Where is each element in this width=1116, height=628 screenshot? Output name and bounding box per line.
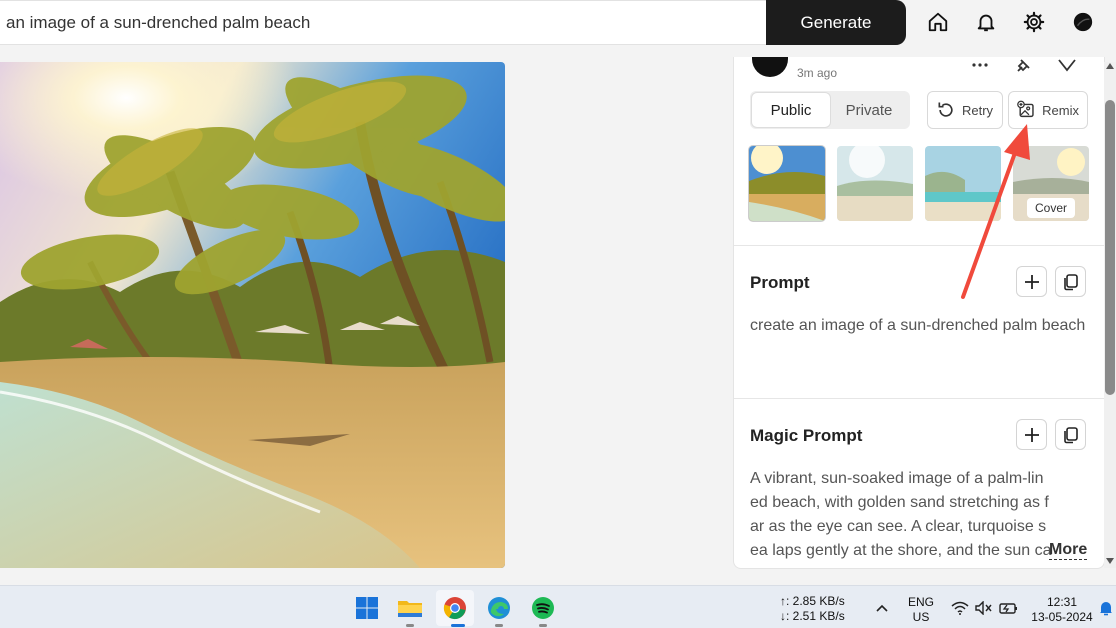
prompt-input[interactable] xyxy=(0,0,770,45)
pin-icon[interactable] xyxy=(1010,57,1036,77)
download-speed: ↓: 2.51 KB/s xyxy=(780,609,845,623)
network-speed: ↑: 2.85 KB/s ↓: 2.51 KB/s xyxy=(780,594,845,624)
divider xyxy=(734,245,1104,246)
edge-icon[interactable] xyxy=(485,594,513,622)
generate-button[interactable]: Generate xyxy=(766,0,906,45)
copy-icon xyxy=(1063,426,1078,443)
plus-icon xyxy=(1024,274,1039,289)
time-ago: 3m ago xyxy=(797,66,838,80)
add-prompt-button[interactable] xyxy=(1016,266,1047,297)
notification-bell-icon[interactable] xyxy=(1097,594,1115,622)
generated-image[interactable] xyxy=(0,62,505,568)
retry-button[interactable]: Retry xyxy=(927,91,1003,129)
visibility-toggle: Public Private xyxy=(750,91,910,129)
file-explorer-icon[interactable] xyxy=(396,594,424,622)
active-indicator xyxy=(451,624,465,627)
spotify-icon[interactable] xyxy=(529,594,557,622)
variation-thumbnail-1[interactable] xyxy=(749,146,825,221)
chrome-icon[interactable] xyxy=(441,594,469,622)
top-bar: Generate xyxy=(0,0,1116,47)
magic-prompt-text: A vibrant, sun-soaked image of a palm-li… xyxy=(750,470,1052,559)
variation-thumbnail-3[interactable] xyxy=(925,146,1001,221)
upload-speed: ↑: 2.85 KB/s xyxy=(780,594,845,608)
retry-label: Retry xyxy=(962,102,994,118)
prompt-title: Prompt xyxy=(750,273,810,292)
image-plus-icon xyxy=(1017,100,1034,118)
public-option[interactable]: Public xyxy=(752,93,830,127)
add-magic-prompt-button[interactable] xyxy=(1016,419,1047,450)
windows-start-icon[interactable] xyxy=(353,594,381,622)
prompt-text: create an image of a sun-drenched palm b… xyxy=(750,317,1086,334)
clock[interactable]: 12:31 13-05-2024 xyxy=(1028,595,1096,625)
clock-date: 13-05-2024 xyxy=(1031,610,1093,624)
gear-icon[interactable] xyxy=(1020,8,1048,36)
taskbar: ↑: 2.85 KB/s ↓: 2.51 KB/s ENG US 12:31 1… xyxy=(0,585,1116,628)
retry-icon xyxy=(938,102,953,117)
clock-time: 12:31 xyxy=(1046,595,1078,609)
language-code: ENG xyxy=(907,595,934,609)
copy-prompt-button[interactable] xyxy=(1055,266,1086,297)
running-indicator xyxy=(495,624,503,627)
running-indicator xyxy=(406,624,414,627)
language-indicator[interactable]: ENG US xyxy=(903,595,939,625)
scroll-down-icon[interactable] xyxy=(1106,558,1114,564)
variation-thumbnail-2[interactable] xyxy=(837,146,913,221)
battery-icon[interactable] xyxy=(994,594,1022,622)
remix-button[interactable]: Remix xyxy=(1008,91,1088,129)
plus-icon xyxy=(1024,427,1039,442)
running-indicator xyxy=(539,624,547,627)
variation-thumbnail-4[interactable]: Cover xyxy=(1013,146,1089,221)
divider xyxy=(734,398,1104,399)
more-link[interactable]: More xyxy=(1049,541,1088,560)
copy-icon xyxy=(1063,273,1078,290)
private-option[interactable]: Private xyxy=(830,93,908,127)
bell-icon[interactable] xyxy=(972,8,1000,36)
image-details-panel: 3m ago Public Private Retry Remix Cover … xyxy=(733,57,1105,569)
remix-label: Remix xyxy=(1042,102,1079,118)
scroll-up-icon[interactable] xyxy=(1106,63,1114,69)
creator-avatar[interactable] xyxy=(752,57,788,77)
scrollbar-thumb[interactable] xyxy=(1105,100,1115,395)
heart-icon[interactable] xyxy=(1054,57,1080,77)
region-code: US xyxy=(912,610,930,624)
home-icon[interactable] xyxy=(924,8,952,36)
avatar[interactable] xyxy=(1069,8,1097,36)
chevron-up-icon[interactable] xyxy=(868,594,896,622)
cover-badge: Cover xyxy=(1027,198,1075,218)
copy-magic-prompt-button[interactable] xyxy=(1055,419,1086,450)
more-options-icon[interactable] xyxy=(967,57,993,77)
magic-prompt-title: Magic Prompt xyxy=(750,426,863,445)
